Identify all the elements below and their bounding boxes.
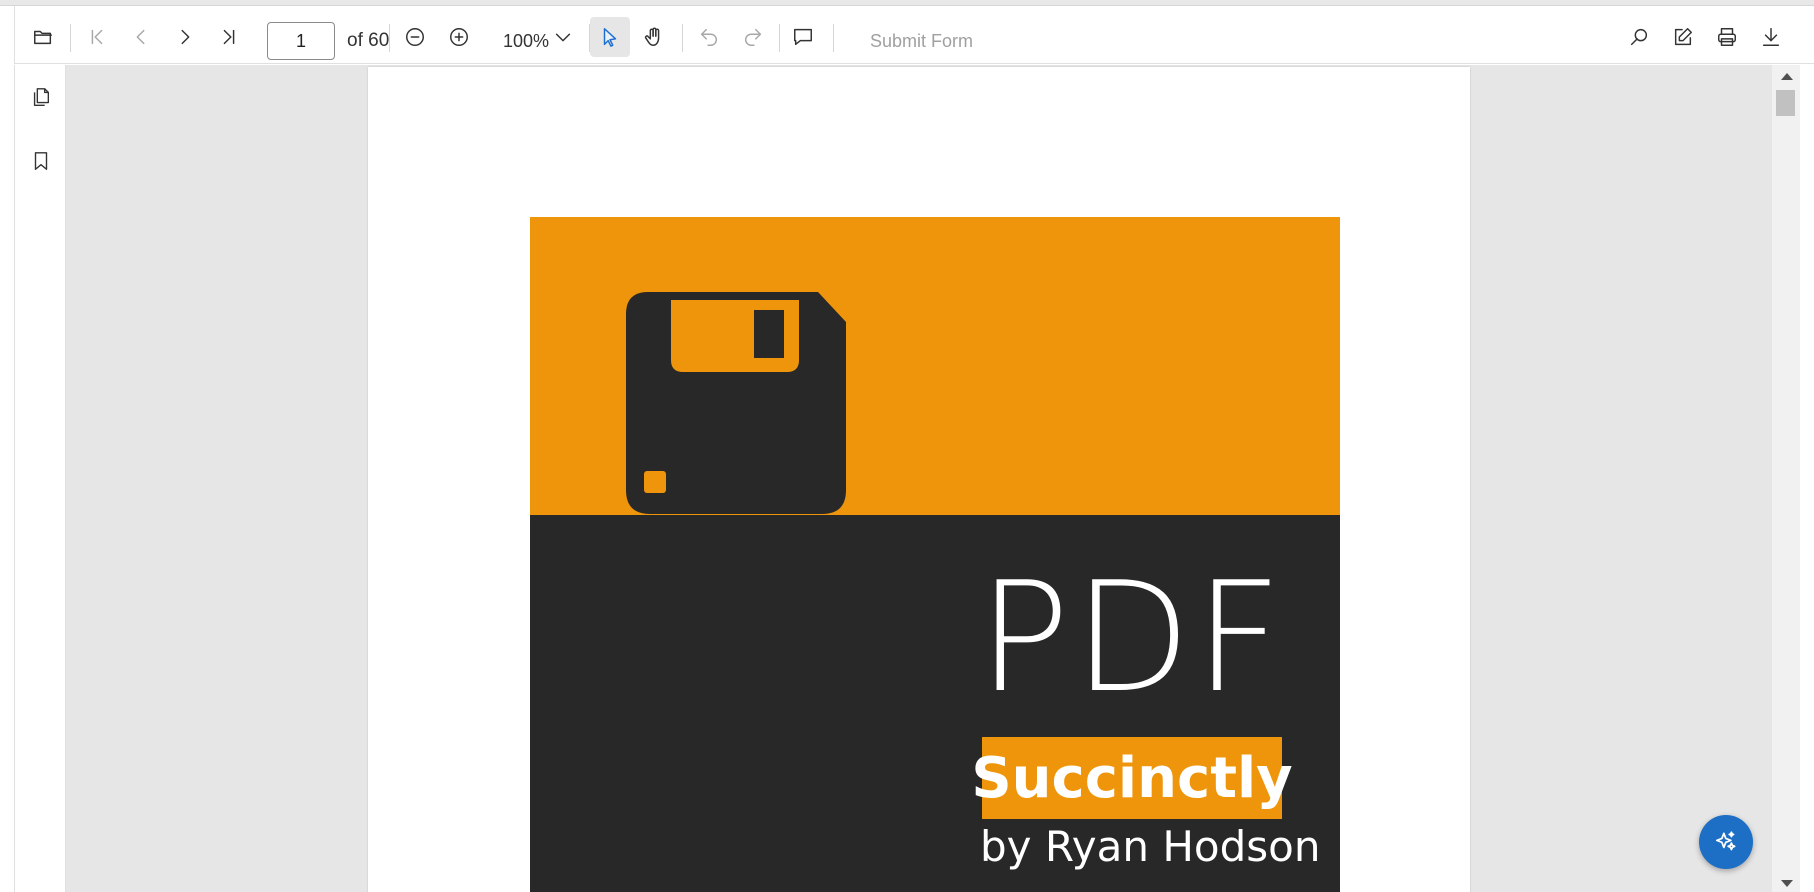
previous-page-button[interactable]	[121, 17, 161, 57]
cursor-icon	[603, 28, 617, 47]
navigation-sidebar	[14, 65, 66, 892]
search-icon	[1630, 28, 1648, 46]
ai-assist-button[interactable]	[1699, 815, 1753, 869]
first-page-icon	[91, 29, 103, 45]
download-icon	[1762, 28, 1780, 46]
print-button[interactable]	[1707, 17, 1747, 57]
book-cover: PDF Succinctly by Ryan Hodson	[530, 217, 1340, 892]
toolbar: of 60 100% Submit For	[14, 6, 1814, 64]
selection-tool-button[interactable]	[590, 17, 630, 57]
redo-icon	[745, 28, 762, 46]
document-viewport[interactable]: PDF Succinctly by Ryan Hodson	[66, 65, 1772, 892]
chevron-left-icon	[136, 29, 145, 45]
cover-subtitle-box: Succinctly	[971, 737, 1293, 819]
page-thumbnails-icon	[33, 88, 50, 106]
next-page-button[interactable]	[165, 17, 205, 57]
bookmark-icon	[34, 152, 48, 170]
cover-subtitle: Succinctly	[971, 745, 1293, 811]
pdf-page-1: PDF Succinctly by Ryan Hodson	[368, 67, 1470, 892]
pan-tool-button[interactable]	[634, 17, 674, 57]
open-file-button[interactable]	[23, 17, 63, 57]
submit-form-button[interactable]: Submit Form	[870, 31, 973, 52]
chevron-right-icon	[181, 29, 190, 45]
toolbar-separator	[779, 24, 780, 52]
zoom-dropdown-button[interactable]	[543, 17, 583, 57]
undo-button[interactable]	[689, 17, 729, 57]
page-count-label: of 60	[347, 30, 390, 51]
zoom-in-icon	[450, 28, 468, 46]
cover-author: by Ryan Hodson	[980, 822, 1321, 871]
comment-button[interactable]	[783, 17, 823, 57]
redo-button[interactable]	[733, 17, 773, 57]
pdf-viewer-window: of 60 100% Submit For	[0, 0, 1814, 892]
toolbar-separator	[389, 24, 390, 52]
edit-annotation-button[interactable]	[1663, 17, 1703, 57]
toolbar-separator	[833, 24, 834, 52]
toolbar-separator	[70, 24, 71, 52]
sparkle-icon	[1715, 831, 1736, 851]
last-page-icon	[223, 29, 235, 45]
undo-icon	[700, 28, 717, 46]
search-button[interactable]	[1619, 17, 1659, 57]
vertical-scrollbar[interactable]	[1772, 65, 1800, 892]
bookmarks-button[interactable]	[23, 143, 59, 179]
first-page-button[interactable]	[77, 17, 117, 57]
zoom-out-icon	[406, 28, 424, 46]
last-page-button[interactable]	[209, 17, 249, 57]
toolbar-separator	[682, 24, 683, 52]
scroll-up-arrow-icon[interactable]	[1781, 73, 1793, 80]
current-page-input[interactable]	[267, 22, 335, 60]
chevron-down-icon	[555, 33, 571, 42]
comment-icon	[794, 28, 812, 46]
scroll-down-arrow-icon[interactable]	[1781, 880, 1793, 887]
folder-open-icon	[34, 30, 52, 45]
cover-title: PDF	[978, 549, 1287, 726]
download-button[interactable]	[1751, 17, 1791, 57]
print-icon	[1718, 28, 1736, 46]
edit-icon	[1674, 28, 1692, 46]
floppy-disk-icon	[626, 292, 846, 514]
zoom-out-button[interactable]	[395, 17, 435, 57]
zoom-in-button[interactable]	[439, 17, 479, 57]
page-thumbnails-button[interactable]	[23, 79, 59, 115]
hand-icon	[644, 27, 660, 46]
scroll-thumb[interactable]	[1776, 90, 1795, 116]
